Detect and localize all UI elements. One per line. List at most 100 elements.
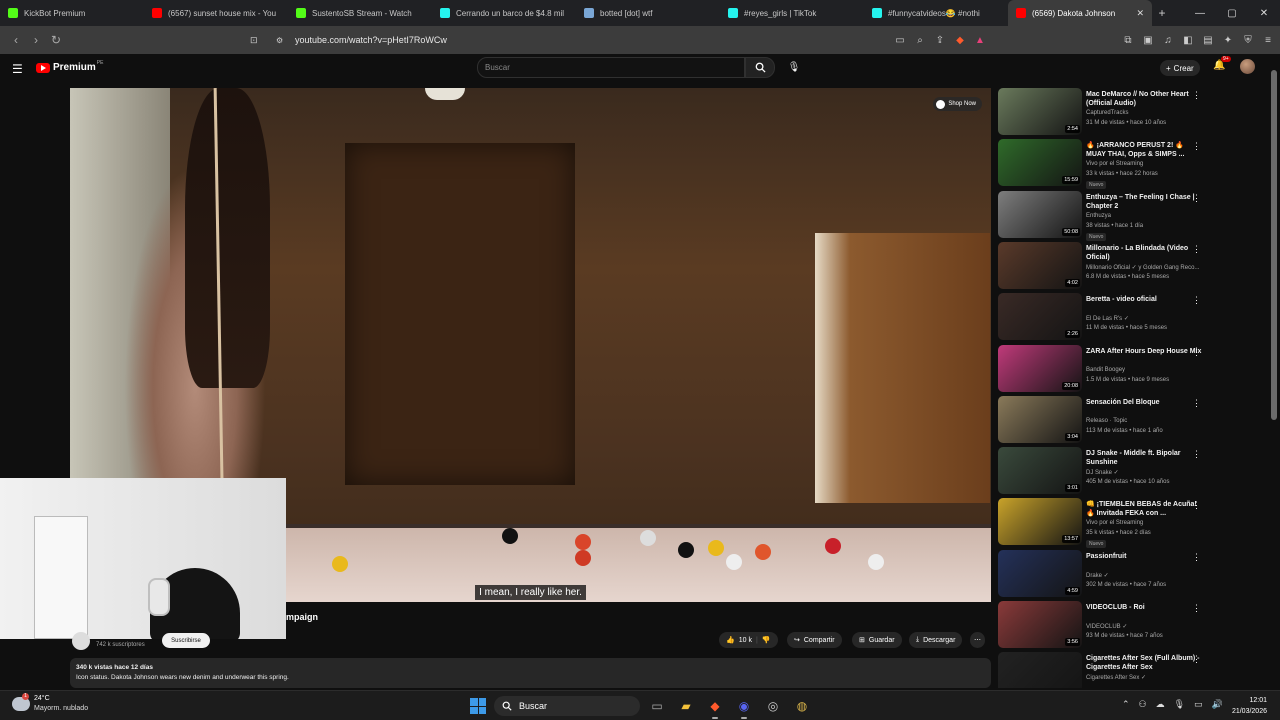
vpn-icon[interactable]: ⛨ <box>1242 35 1254 46</box>
rewards-icon[interactable]: ▲ <box>974 35 986 46</box>
reload-icon[interactable]: ↻ <box>46 33 66 47</box>
recommendation-title[interactable]: DJ Snake - Middle ft. Bipolar Sunshine <box>1086 449 1202 467</box>
create-button[interactable]: + Crear <box>1160 60 1200 76</box>
tray-chevron-icon[interactable]: ⌃ <box>1122 699 1130 710</box>
recommendation-item[interactable]: 4:02 Millonario - La Blindada (Video Ofic… <box>998 242 1266 293</box>
more-options-icon[interactable]: ⋮ <box>1192 654 1201 665</box>
video-thumbnail[interactable]: 15:59 <box>998 139 1082 186</box>
recommendation-title[interactable]: VIDEOCLUB - Roi <box>1086 603 1202 612</box>
address-bar[interactable]: ⊡ ⚙ youtube.com/watch?v=pHetI7RoWCw <box>246 30 990 50</box>
tray-app-icon[interactable]: ⚇ <box>1139 699 1147 710</box>
zoom-icon[interactable]: ⌕ <box>914 35 926 46</box>
search-input[interactable]: Buscar <box>477 57 745 78</box>
weather-condition[interactable]: Mayorm. nublado <box>34 705 88 712</box>
recommendation-item[interactable]: 13:57 👊 ¡TIEMBLEN BEBAS de Acuña! 🔥 Invit… <box>998 498 1266 549</box>
browser-tab[interactable]: KickBot Premium <box>0 0 144 26</box>
recommendation-channel[interactable]: DJ Snake ✓ <box>1086 469 1119 476</box>
more-options-icon[interactable]: ⋮ <box>1192 500 1201 511</box>
onedrive-icon[interactable]: ☁ <box>1156 699 1165 710</box>
more-options-icon[interactable]: ⋮ <box>1192 193 1201 204</box>
discord-icon[interactable]: ◉ <box>734 696 754 719</box>
video-thumbnail[interactable]: 3:04 <box>998 396 1082 443</box>
recommendation-title[interactable]: Passionfruit <box>1086 552 1202 561</box>
file-explorer-icon[interactable]: ▰ <box>676 696 696 716</box>
recommendation-channel[interactable]: CapturedTracks <box>1086 110 1128 116</box>
like-button[interactable]: 👍 10 k | 👎 <box>719 632 778 648</box>
recommendation-title[interactable]: Enthuzya – The Feeling I Chase | Chapter… <box>1086 193 1202 211</box>
url-text[interactable]: youtube.com/watch?v=pHetI7RoWCw <box>295 35 447 45</box>
more-options-icon[interactable]: ⋮ <box>1192 603 1201 614</box>
site-info-icon[interactable]: ⚙ <box>276 36 283 45</box>
recommendation-channel[interactable]: Releaso · Topic <box>1086 418 1127 424</box>
recommendation-item[interactable]: 4:59 Passionfruit Drake ✓ 302 M de vistas •… <box>998 550 1266 601</box>
brave-browser-icon[interactable]: ◆ <box>705 696 725 719</box>
recommendation-channel[interactable]: Enthuzya <box>1086 213 1111 219</box>
browser-tab[interactable]: (6569) Dakota Johnson ✕ <box>1008 0 1152 26</box>
extensions-icon[interactable]: ⧉ <box>1122 35 1134 46</box>
save-button[interactable]: ⊞ Guardar <box>852 632 902 648</box>
recommendation-item[interactable]: 2:26 Beretta - video oficial El De Las R's… <box>998 293 1266 344</box>
maximize-icon[interactable]: ▢ <box>1216 0 1248 26</box>
browser-tab[interactable]: SustentoSB Stream - Watch <box>288 0 432 26</box>
recommendation-channel[interactable]: Bandit Boogey <box>1086 367 1125 373</box>
thumbs-down-icon[interactable]: 👎 <box>762 636 771 644</box>
recommendation-item[interactable]: 2:54 Mac DeMarco // No Other Heart (Offic… <box>998 88 1266 139</box>
more-options-icon[interactable]: ⋮ <box>1192 244 1201 255</box>
bookmark-icon[interactable]: ⊡ <box>250 35 258 46</box>
more-options-icon[interactable]: ⋮ <box>1192 449 1201 460</box>
subscribe-button[interactable]: Suscribirse <box>162 633 210 648</box>
video-thumbnail[interactable]: 20:08 <box>998 345 1082 392</box>
task-view-icon[interactable]: ▭ <box>647 696 667 716</box>
more-actions-icon[interactable]: ⋯ <box>970 632 985 648</box>
more-options-icon[interactable]: ⋮ <box>1192 398 1201 409</box>
video-thumbnail[interactable] <box>998 652 1082 688</box>
video-thumbnail[interactable]: 4:59 <box>998 550 1082 597</box>
brave-shield-icon[interactable]: ◆ <box>954 35 966 46</box>
more-options-icon[interactable]: ⋮ <box>1192 141 1201 152</box>
recommendation-item[interactable]: 3:56 VIDEOCLUB - Roi VIDEOCLUB ✓ 93 M de vi… <box>998 601 1266 652</box>
recommendation-item[interactable]: 50:08 Enthuzya – The Feeling I Chase | Ch… <box>998 191 1266 242</box>
share-button[interactable]: ↪ Compartir <box>787 632 842 648</box>
recommendation-title[interactable]: Beretta - video oficial <box>1086 295 1202 304</box>
media-icon[interactable]: ♫ <box>1162 35 1174 46</box>
temperature[interactable]: 24°C <box>34 695 50 702</box>
video-thumbnail[interactable]: 4:02 <box>998 242 1082 289</box>
wallet-icon[interactable]: ▤ <box>1202 35 1214 46</box>
video-thumbnail[interactable]: 3:56 <box>998 601 1082 648</box>
recommendation-title[interactable]: Mac DeMarco // No Other Heart (Official … <box>1086 90 1202 108</box>
recommendation-title[interactable]: 👊 ¡TIEMBLEN BEBAS de Acuña! 🔥 Invitada F… <box>1086 500 1202 518</box>
app-icon[interactable]: ◎ <box>763 696 783 716</box>
leo-icon[interactable]: ✦ <box>1222 35 1234 46</box>
search-button[interactable] <box>745 57 775 78</box>
more-options-icon[interactable]: ⋮ <box>1192 552 1201 563</box>
recommendation-title[interactable]: Sensación Del Bloque <box>1086 398 1202 407</box>
recommendation-channel[interactable]: Vivo por el Streaming <box>1086 161 1143 167</box>
page-scrollbar[interactable] <box>1270 56 1278 688</box>
network-icon[interactable]: ▭ <box>1194 699 1203 710</box>
recommendation-item[interactable]: Cigarettes After Sex (Full Album) - Ciga… <box>998 652 1266 688</box>
recommendation-channel[interactable]: Cigarettes After Sex ✓ <box>1086 674 1146 681</box>
close-window-icon[interactable]: ✕ <box>1248 0 1280 26</box>
video-thumbnail[interactable]: 3:01 <box>998 447 1082 494</box>
recommendation-title[interactable]: ZARA After Hours Deep House Mix <box>1086 347 1202 356</box>
recommendation-item[interactable]: 3:04 Sensación Del Bloque Releaso · Topic 1… <box>998 396 1266 447</box>
video-thumbnail[interactable]: 2:54 <box>998 88 1082 135</box>
browser-tab[interactable]: #funnycatvideos😂 #nothi <box>864 0 1008 26</box>
back-icon[interactable]: ‹ <box>6 33 26 47</box>
account-avatar[interactable] <box>1240 59 1255 74</box>
taskbar-search[interactable]: Buscar <box>494 696 640 716</box>
recommendation-channel[interactable]: Millonario Oficial ✓ y Golden Gang Reco.… <box>1086 264 1199 271</box>
download-button[interactable]: ⤓ Descargar <box>909 632 963 648</box>
new-tab-button[interactable]: + <box>1152 6 1172 20</box>
youtube-logo[interactable]: Premium PE <box>36 60 103 73</box>
recommendation-item[interactable]: 20:08 ZARA After Hours Deep House Mix Band… <box>998 345 1266 396</box>
recommendation-title[interactable]: Millonario - La Blindada (Video Oficial) <box>1086 244 1202 262</box>
mic-icon[interactable]: 🎙 <box>1174 699 1185 710</box>
voice-search-icon[interactable]: 🎙 <box>784 57 804 78</box>
recommendation-channel[interactable]: Drake ✓ <box>1086 572 1109 579</box>
more-options-icon[interactable]: ⋮ <box>1192 90 1201 101</box>
video-thumbnail[interactable]: 50:08 <box>998 191 1082 238</box>
screen-icon[interactable]: ▭ <box>894 35 906 46</box>
video-thumbnail[interactable]: 13:57 <box>998 498 1082 545</box>
guide-menu-icon[interactable]: ☰ <box>12 62 23 76</box>
